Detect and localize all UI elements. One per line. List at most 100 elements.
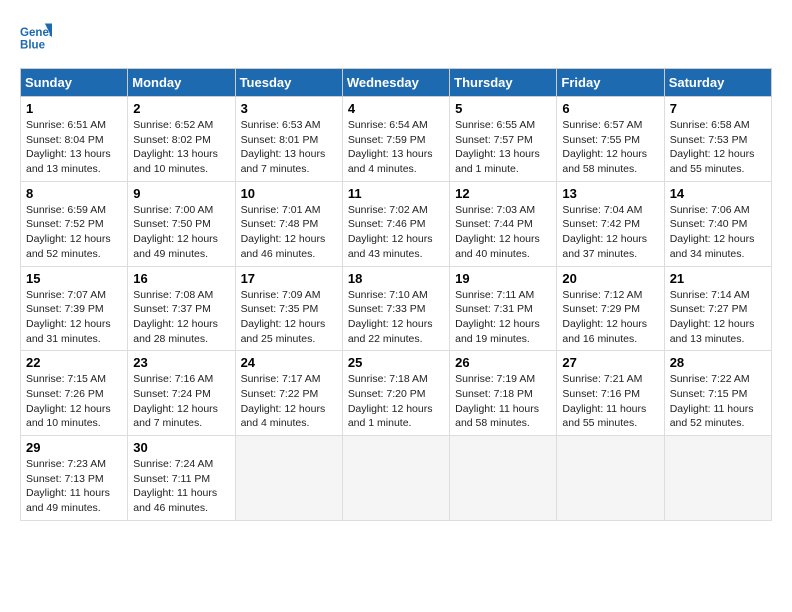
day-header-tuesday: Tuesday bbox=[235, 69, 342, 97]
day-info: Sunrise: 6:53 AMSunset: 8:01 PMDaylight:… bbox=[241, 118, 337, 177]
day-cell-12: 12 Sunrise: 7:03 AMSunset: 7:44 PMDaylig… bbox=[450, 181, 557, 266]
calendar-week-1: 1 Sunrise: 6:51 AMSunset: 8:04 PMDayligh… bbox=[21, 97, 772, 182]
day-info: Sunrise: 6:58 AMSunset: 7:53 PMDaylight:… bbox=[670, 118, 766, 177]
day-cell-16: 16 Sunrise: 7:08 AMSunset: 7:37 PMDaylig… bbox=[128, 266, 235, 351]
day-number: 26 bbox=[455, 355, 551, 370]
day-number: 11 bbox=[348, 186, 444, 201]
day-info: Sunrise: 7:22 AMSunset: 7:15 PMDaylight:… bbox=[670, 372, 766, 431]
day-info: Sunrise: 7:19 AMSunset: 7:18 PMDaylight:… bbox=[455, 372, 551, 431]
day-number: 5 bbox=[455, 101, 551, 116]
logo: General Blue bbox=[20, 20, 56, 52]
day-cell-4: 4 Sunrise: 6:54 AMSunset: 7:59 PMDayligh… bbox=[342, 97, 449, 182]
empty-cell bbox=[235, 436, 342, 521]
empty-cell bbox=[664, 436, 771, 521]
day-cell-2: 2 Sunrise: 6:52 AMSunset: 8:02 PMDayligh… bbox=[128, 97, 235, 182]
day-info: Sunrise: 7:04 AMSunset: 7:42 PMDaylight:… bbox=[562, 203, 658, 262]
day-header-wednesday: Wednesday bbox=[342, 69, 449, 97]
day-cell-14: 14 Sunrise: 7:06 AMSunset: 7:40 PMDaylig… bbox=[664, 181, 771, 266]
day-header-saturday: Saturday bbox=[664, 69, 771, 97]
day-info: Sunrise: 7:21 AMSunset: 7:16 PMDaylight:… bbox=[562, 372, 658, 431]
svg-text:General: General bbox=[20, 27, 52, 39]
day-info: Sunrise: 6:59 AMSunset: 7:52 PMDaylight:… bbox=[26, 203, 122, 262]
day-info: Sunrise: 7:12 AMSunset: 7:29 PMDaylight:… bbox=[562, 288, 658, 347]
day-number: 16 bbox=[133, 271, 229, 286]
day-number: 29 bbox=[26, 440, 122, 455]
day-info: Sunrise: 7:18 AMSunset: 7:20 PMDaylight:… bbox=[348, 372, 444, 431]
day-number: 4 bbox=[348, 101, 444, 116]
day-cell-6: 6 Sunrise: 6:57 AMSunset: 7:55 PMDayligh… bbox=[557, 97, 664, 182]
day-cell-10: 10 Sunrise: 7:01 AMSunset: 7:48 PMDaylig… bbox=[235, 181, 342, 266]
calendar-header-row: SundayMondayTuesdayWednesdayThursdayFrid… bbox=[21, 69, 772, 97]
day-info: Sunrise: 7:02 AMSunset: 7:46 PMDaylight:… bbox=[348, 203, 444, 262]
empty-cell bbox=[557, 436, 664, 521]
day-info: Sunrise: 7:01 AMSunset: 7:48 PMDaylight:… bbox=[241, 203, 337, 262]
day-number: 22 bbox=[26, 355, 122, 370]
day-info: Sunrise: 7:17 AMSunset: 7:22 PMDaylight:… bbox=[241, 372, 337, 431]
day-cell-26: 26 Sunrise: 7:19 AMSunset: 7:18 PMDaylig… bbox=[450, 351, 557, 436]
day-number: 18 bbox=[348, 271, 444, 286]
day-number: 7 bbox=[670, 101, 766, 116]
svg-text:Blue: Blue bbox=[20, 39, 46, 51]
day-info: Sunrise: 7:08 AMSunset: 7:37 PMDaylight:… bbox=[133, 288, 229, 347]
day-number: 3 bbox=[241, 101, 337, 116]
day-number: 20 bbox=[562, 271, 658, 286]
day-info: Sunrise: 7:15 AMSunset: 7:26 PMDaylight:… bbox=[26, 372, 122, 431]
day-number: 2 bbox=[133, 101, 229, 116]
day-cell-27: 27 Sunrise: 7:21 AMSunset: 7:16 PMDaylig… bbox=[557, 351, 664, 436]
day-info: Sunrise: 7:10 AMSunset: 7:33 PMDaylight:… bbox=[348, 288, 444, 347]
day-number: 23 bbox=[133, 355, 229, 370]
day-number: 15 bbox=[26, 271, 122, 286]
day-number: 10 bbox=[241, 186, 337, 201]
day-info: Sunrise: 6:51 AMSunset: 8:04 PMDaylight:… bbox=[26, 118, 122, 177]
day-info: Sunrise: 7:23 AMSunset: 7:13 PMDaylight:… bbox=[26, 457, 122, 516]
day-cell-29: 29 Sunrise: 7:23 AMSunset: 7:13 PMDaylig… bbox=[21, 436, 128, 521]
day-number: 24 bbox=[241, 355, 337, 370]
day-info: Sunrise: 7:07 AMSunset: 7:39 PMDaylight:… bbox=[26, 288, 122, 347]
day-number: 9 bbox=[133, 186, 229, 201]
day-info: Sunrise: 6:54 AMSunset: 7:59 PMDaylight:… bbox=[348, 118, 444, 177]
day-cell-5: 5 Sunrise: 6:55 AMSunset: 7:57 PMDayligh… bbox=[450, 97, 557, 182]
day-number: 28 bbox=[670, 355, 766, 370]
day-cell-15: 15 Sunrise: 7:07 AMSunset: 7:39 PMDaylig… bbox=[21, 266, 128, 351]
day-info: Sunrise: 6:57 AMSunset: 7:55 PMDaylight:… bbox=[562, 118, 658, 177]
calendar-week-4: 22 Sunrise: 7:15 AMSunset: 7:26 PMDaylig… bbox=[21, 351, 772, 436]
calendar-week-3: 15 Sunrise: 7:07 AMSunset: 7:39 PMDaylig… bbox=[21, 266, 772, 351]
day-cell-11: 11 Sunrise: 7:02 AMSunset: 7:46 PMDaylig… bbox=[342, 181, 449, 266]
empty-cell bbox=[342, 436, 449, 521]
day-header-friday: Friday bbox=[557, 69, 664, 97]
day-info: Sunrise: 7:24 AMSunset: 7:11 PMDaylight:… bbox=[133, 457, 229, 516]
day-number: 1 bbox=[26, 101, 122, 116]
day-number: 12 bbox=[455, 186, 551, 201]
day-info: Sunrise: 6:55 AMSunset: 7:57 PMDaylight:… bbox=[455, 118, 551, 177]
day-cell-25: 25 Sunrise: 7:18 AMSunset: 7:20 PMDaylig… bbox=[342, 351, 449, 436]
day-number: 19 bbox=[455, 271, 551, 286]
day-cell-18: 18 Sunrise: 7:10 AMSunset: 7:33 PMDaylig… bbox=[342, 266, 449, 351]
calendar-table: SundayMondayTuesdayWednesdayThursdayFrid… bbox=[20, 68, 772, 521]
day-cell-8: 8 Sunrise: 6:59 AMSunset: 7:52 PMDayligh… bbox=[21, 181, 128, 266]
day-cell-24: 24 Sunrise: 7:17 AMSunset: 7:22 PMDaylig… bbox=[235, 351, 342, 436]
day-number: 25 bbox=[348, 355, 444, 370]
day-cell-19: 19 Sunrise: 7:11 AMSunset: 7:31 PMDaylig… bbox=[450, 266, 557, 351]
day-info: Sunrise: 7:11 AMSunset: 7:31 PMDaylight:… bbox=[455, 288, 551, 347]
day-cell-9: 9 Sunrise: 7:00 AMSunset: 7:50 PMDayligh… bbox=[128, 181, 235, 266]
day-info: Sunrise: 7:03 AMSunset: 7:44 PMDaylight:… bbox=[455, 203, 551, 262]
day-header-monday: Monday bbox=[128, 69, 235, 97]
day-info: Sunrise: 7:16 AMSunset: 7:24 PMDaylight:… bbox=[133, 372, 229, 431]
day-cell-28: 28 Sunrise: 7:22 AMSunset: 7:15 PMDaylig… bbox=[664, 351, 771, 436]
empty-cell bbox=[450, 436, 557, 521]
day-number: 6 bbox=[562, 101, 658, 116]
day-cell-20: 20 Sunrise: 7:12 AMSunset: 7:29 PMDaylig… bbox=[557, 266, 664, 351]
day-cell-3: 3 Sunrise: 6:53 AMSunset: 8:01 PMDayligh… bbox=[235, 97, 342, 182]
day-number: 21 bbox=[670, 271, 766, 286]
day-info: Sunrise: 7:09 AMSunset: 7:35 PMDaylight:… bbox=[241, 288, 337, 347]
day-cell-1: 1 Sunrise: 6:51 AMSunset: 8:04 PMDayligh… bbox=[21, 97, 128, 182]
day-cell-30: 30 Sunrise: 7:24 AMSunset: 7:11 PMDaylig… bbox=[128, 436, 235, 521]
day-number: 17 bbox=[241, 271, 337, 286]
day-info: Sunrise: 7:00 AMSunset: 7:50 PMDaylight:… bbox=[133, 203, 229, 262]
calendar-week-5: 29 Sunrise: 7:23 AMSunset: 7:13 PMDaylig… bbox=[21, 436, 772, 521]
day-info: Sunrise: 6:52 AMSunset: 8:02 PMDaylight:… bbox=[133, 118, 229, 177]
day-cell-13: 13 Sunrise: 7:04 AMSunset: 7:42 PMDaylig… bbox=[557, 181, 664, 266]
day-info: Sunrise: 7:14 AMSunset: 7:27 PMDaylight:… bbox=[670, 288, 766, 347]
day-header-thursday: Thursday bbox=[450, 69, 557, 97]
day-cell-7: 7 Sunrise: 6:58 AMSunset: 7:53 PMDayligh… bbox=[664, 97, 771, 182]
